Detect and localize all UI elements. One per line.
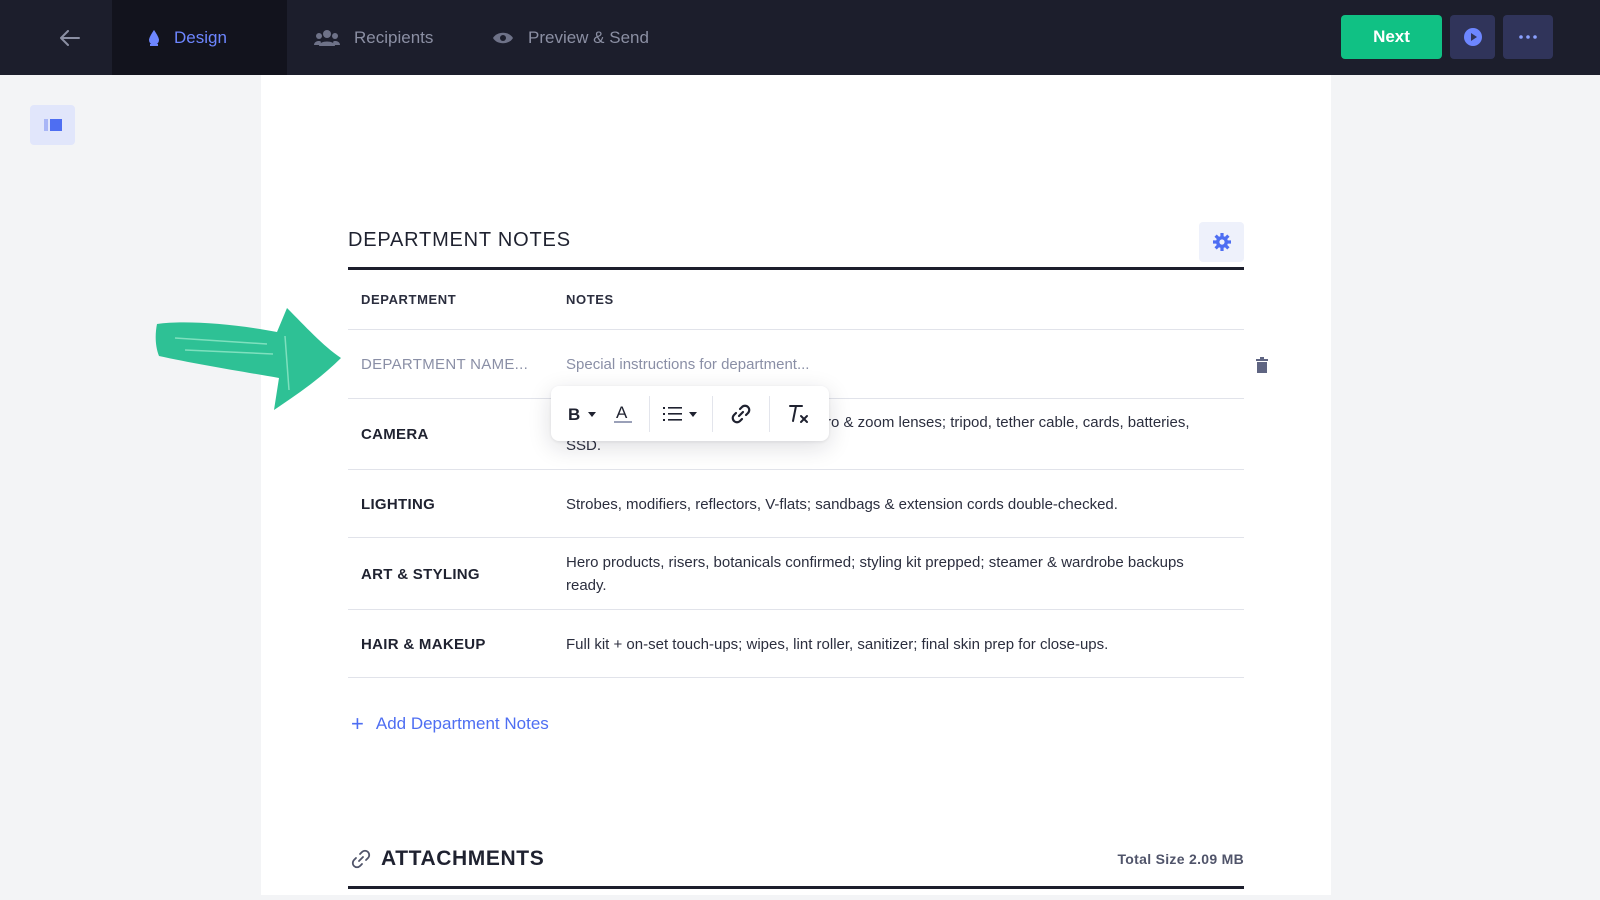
attachments-rule — [348, 886, 1244, 889]
attachments-title: ATTACHMENTS — [381, 847, 545, 870]
document-canvas — [261, 75, 1331, 895]
row-divider — [348, 537, 1244, 538]
list-dropdown-button[interactable] — [650, 394, 712, 434]
tab-recipients[interactable]: Recipients — [314, 0, 433, 75]
section-title: DEPARTMENT NOTES — [348, 229, 571, 251]
trash-icon — [1256, 357, 1268, 373]
department-notes-input[interactable]: Special instructions for department... — [566, 353, 1226, 376]
row-divider — [348, 469, 1244, 470]
tab-preview-send[interactable]: Preview & Send — [492, 0, 649, 75]
department-notes[interactable]: Strobes, modifiers, reflectors, V-flats;… — [566, 493, 1226, 516]
sidebar-panel-icon — [43, 119, 62, 131]
plus-icon: + — [351, 711, 364, 736]
section-settings-button[interactable] — [1199, 222, 1244, 262]
attachments-heading: ATTACHMENTS — [351, 847, 544, 871]
text-format-toolbar: B A — [551, 386, 829, 441]
back-button[interactable] — [50, 22, 90, 54]
department-name: CAMERA — [361, 426, 429, 443]
more-icon — [1519, 35, 1537, 39]
people-icon — [314, 29, 340, 47]
panel-toggle-button[interactable] — [30, 105, 75, 145]
gear-icon — [1212, 233, 1231, 251]
insert-link-button[interactable] — [713, 394, 769, 434]
text-color-icon: A — [614, 403, 632, 423]
clear-format-button[interactable] — [770, 394, 826, 434]
department-notes[interactable]: Hero products, risers, botanicals confir… — [566, 551, 1226, 597]
department-name: HAIR & MAKEUP — [361, 636, 486, 653]
arrow-left-icon — [60, 30, 80, 46]
preview-play-button[interactable] — [1450, 15, 1495, 59]
paperclip-link-icon — [351, 849, 371, 869]
list-icon — [663, 406, 697, 421]
svg-text:B: B — [568, 405, 580, 423]
tab-design-label: Design — [174, 27, 227, 47]
svg-text:A: A — [616, 403, 628, 422]
droplet-icon — [148, 29, 160, 47]
eye-icon — [492, 31, 514, 45]
play-icon — [1463, 28, 1482, 46]
more-options-button[interactable] — [1503, 15, 1553, 59]
row-divider — [348, 609, 1244, 610]
text-color-button[interactable]: A — [607, 394, 639, 434]
department-notes[interactable]: Full kit + on-set touch-ups; wipes, lint… — [566, 633, 1226, 656]
link-icon — [731, 404, 751, 423]
bold-dropdown-button[interactable]: B — [561, 394, 607, 434]
tab-recipients-label: Recipients — [354, 27, 434, 47]
department-name-input[interactable]: DEPARTMENT NAME... — [361, 356, 528, 373]
clear-format-icon — [789, 404, 808, 423]
attachments-total-size: Total Size 2.09 MB — [1117, 851, 1244, 867]
section-top-rule — [348, 267, 1244, 270]
next-button[interactable]: Next — [1341, 15, 1442, 59]
department-notes[interactable]: ro & zoom lenses; tripod, tether cable, … — [826, 411, 1226, 434]
department-name: ART & STYLING — [361, 566, 480, 583]
department-name: LIGHTING — [361, 496, 436, 513]
row-divider — [348, 329, 1244, 330]
add-department-notes-label: Add Department Notes — [375, 714, 549, 733]
row-divider — [348, 677, 1244, 678]
tab-design[interactable]: Design — [112, 0, 287, 75]
annotation-arrow-icon — [155, 308, 341, 410]
top-bar: Design Recipients Preview & Send Next — [0, 0, 1600, 75]
column-header-department: DEPARTMENT — [361, 292, 457, 307]
delete-row-button[interactable] — [1256, 357, 1268, 378]
column-header-notes: NOTES — [566, 292, 614, 307]
add-department-notes-button[interactable]: + Add Department Notes — [351, 713, 549, 735]
tab-preview-send-label: Preview & Send — [528, 27, 649, 47]
bold-icon: B — [568, 405, 596, 423]
